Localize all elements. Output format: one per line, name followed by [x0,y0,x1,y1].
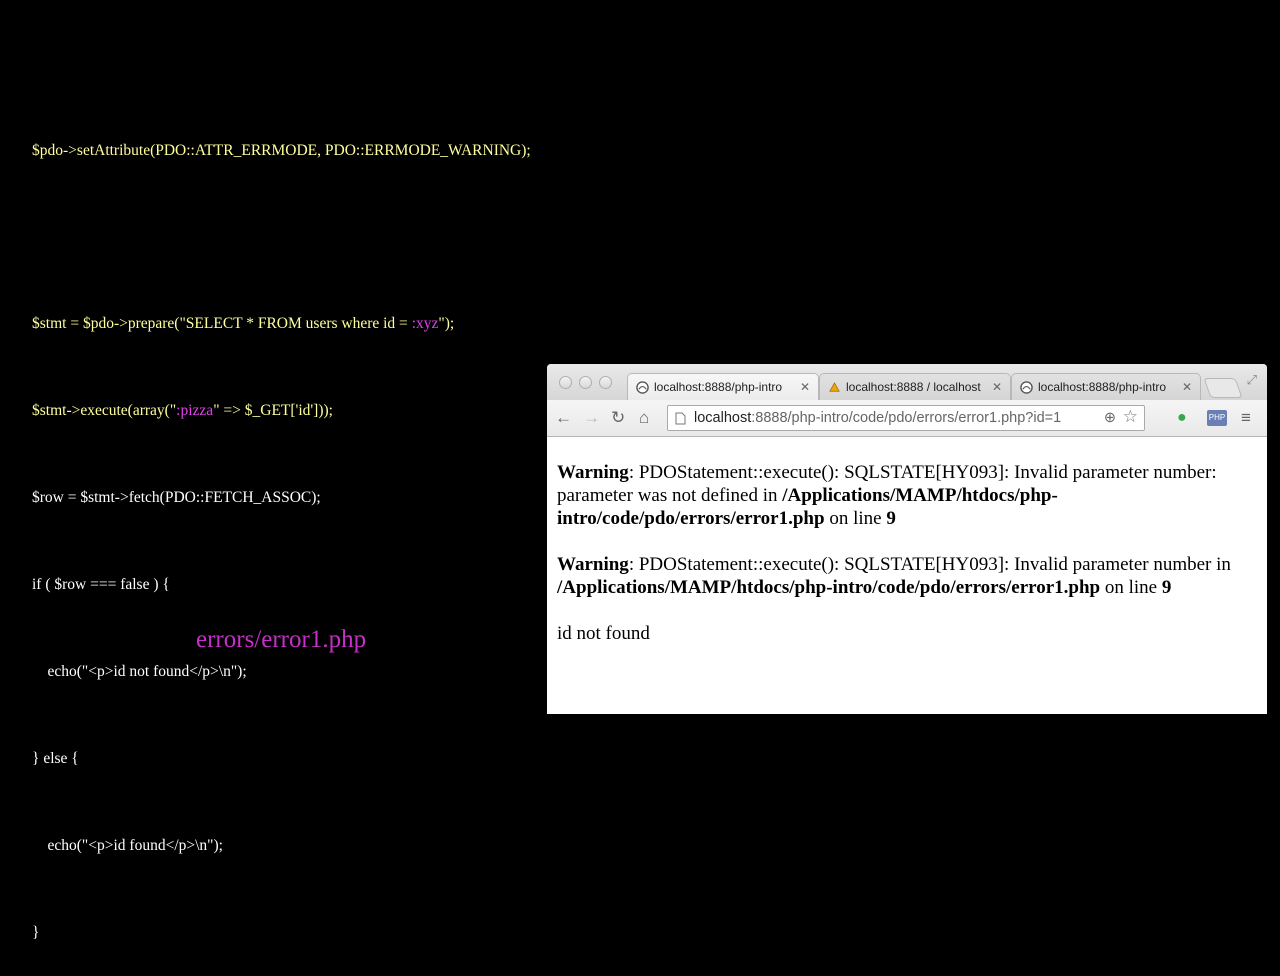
code-token: $stmt = $pdo->prepare("SELECT * FROM use… [32,315,412,332]
new-tab-button[interactable] [1203,378,1243,398]
warning-text: : PDOStatement::execute(): SQLSTATE[HY09… [628,554,1231,575]
tab-title: localhost:8888/php-intro [654,380,783,394]
code-listing: $pdo->setAttribute(PDO::ATTR_ERRMODE, PD… [32,78,531,976]
home-icon[interactable]: ⌂ [639,408,649,428]
page-icon [675,412,686,425]
warning-label: Warning [557,462,629,483]
code-line-3: $stmt->execute(array(":pizza" => $_GET['… [32,396,531,425]
phpmyadmin-icon [829,381,840,392]
zoom-icon[interactable]: ⊕ [1104,406,1116,430]
tab-title: localhost:8888 / localhost [846,380,981,394]
code-param-token: :xyz [411,315,439,332]
result-text: id not found [557,623,650,644]
code-line-5: if ( $row === false ) { [32,576,170,593]
back-icon[interactable]: ← [555,408,572,428]
code-token: "); [438,315,455,332]
hangouts-extension-icon[interactable]: ● [1177,408,1187,428]
php-extension-icon[interactable]: PHP [1207,410,1227,426]
warning-label: Warning [557,554,629,575]
code-line-7: } else { [32,750,79,767]
close-window-button[interactable] [559,376,572,389]
warning-line-number: 9 [886,508,896,529]
warning-path: /Applications/MAMP/htdocs/php-intro/code… [557,577,1101,598]
page-content: Warning: PDOStatement::execute(): SQLSTA… [557,437,1261,645]
globe-icon [636,380,649,394]
warning-text: on line [824,508,887,529]
warning-message-2: Warning: PDOStatement::execute(): SQLSTA… [557,553,1261,599]
tab-3[interactable]: localhost:8888/php-intro ✕ [1011,373,1201,400]
menu-icon[interactable]: ≡ [1241,408,1251,428]
tab-2[interactable]: localhost:8888 / localhost ✕ [819,373,1011,400]
code-param-token: :pizza [176,402,214,419]
tab-1[interactable]: localhost:8888/php-intro ✕ [627,373,819,400]
slide-caption: errors/error1.php [196,626,367,653]
bookmark-star-icon[interactable]: ☆ [1123,405,1138,429]
warning-line-number: 9 [1161,577,1172,598]
tab-title: localhost:8888/php-intro [1038,380,1167,394]
code-line-6: echo("<p>id not found</p>\n"); [32,663,247,680]
url-path: :8888/php-intro/code/pdo/errors/error1.p… [751,410,1062,426]
browser-window: localhost:8888/php-intro ✕ localhost:888… [547,364,1267,714]
address-bar[interactable]: localhost:8888/php-intro/code/pdo/errors… [667,405,1145,431]
zoom-window-button[interactable] [599,376,612,389]
code-line-2: $stmt = $pdo->prepare("SELECT * FROM use… [32,309,531,338]
warning-message-1: Warning: PDOStatement::execute(): SQLSTA… [557,461,1261,530]
forward-icon[interactable]: → [583,408,600,428]
code-line-9: } [32,924,40,941]
code-line-8: echo("<p>id found</p>\n"); [32,837,223,854]
close-tab-icon[interactable]: ✕ [992,380,1002,394]
browser-toolbar: ← → ↻ ⌂ localhost:8888/php-intro/code/pd… [547,400,1267,437]
warning-text: on line [1100,577,1162,598]
code-token: $stmt->execute(array(" [32,402,177,419]
fullscreen-icon[interactable]: ⤢ [1247,372,1257,388]
close-tab-icon[interactable]: ✕ [1182,380,1192,394]
url-host: localhost [694,410,752,426]
code-line-4: $row = $stmt->fetch(PDO::FETCH_ASSOC); [32,489,321,506]
close-tab-icon[interactable]: ✕ [800,380,810,394]
code-line-1: $pdo->setAttribute(PDO::ATTR_ERRMODE, PD… [32,136,531,165]
code-token: " => $_GET['id'])); [213,402,333,419]
minimize-window-button[interactable] [579,376,592,389]
tab-strip: localhost:8888/php-intro ✕ localhost:888… [547,364,1267,400]
code-token: setAttribute(PDO::ATTR_ERRMODE, PDO::ERR… [76,142,531,159]
reload-icon[interactable]: ↻ [611,408,625,428]
globe-icon [1020,380,1033,394]
code-token: $pdo-> [32,142,77,159]
